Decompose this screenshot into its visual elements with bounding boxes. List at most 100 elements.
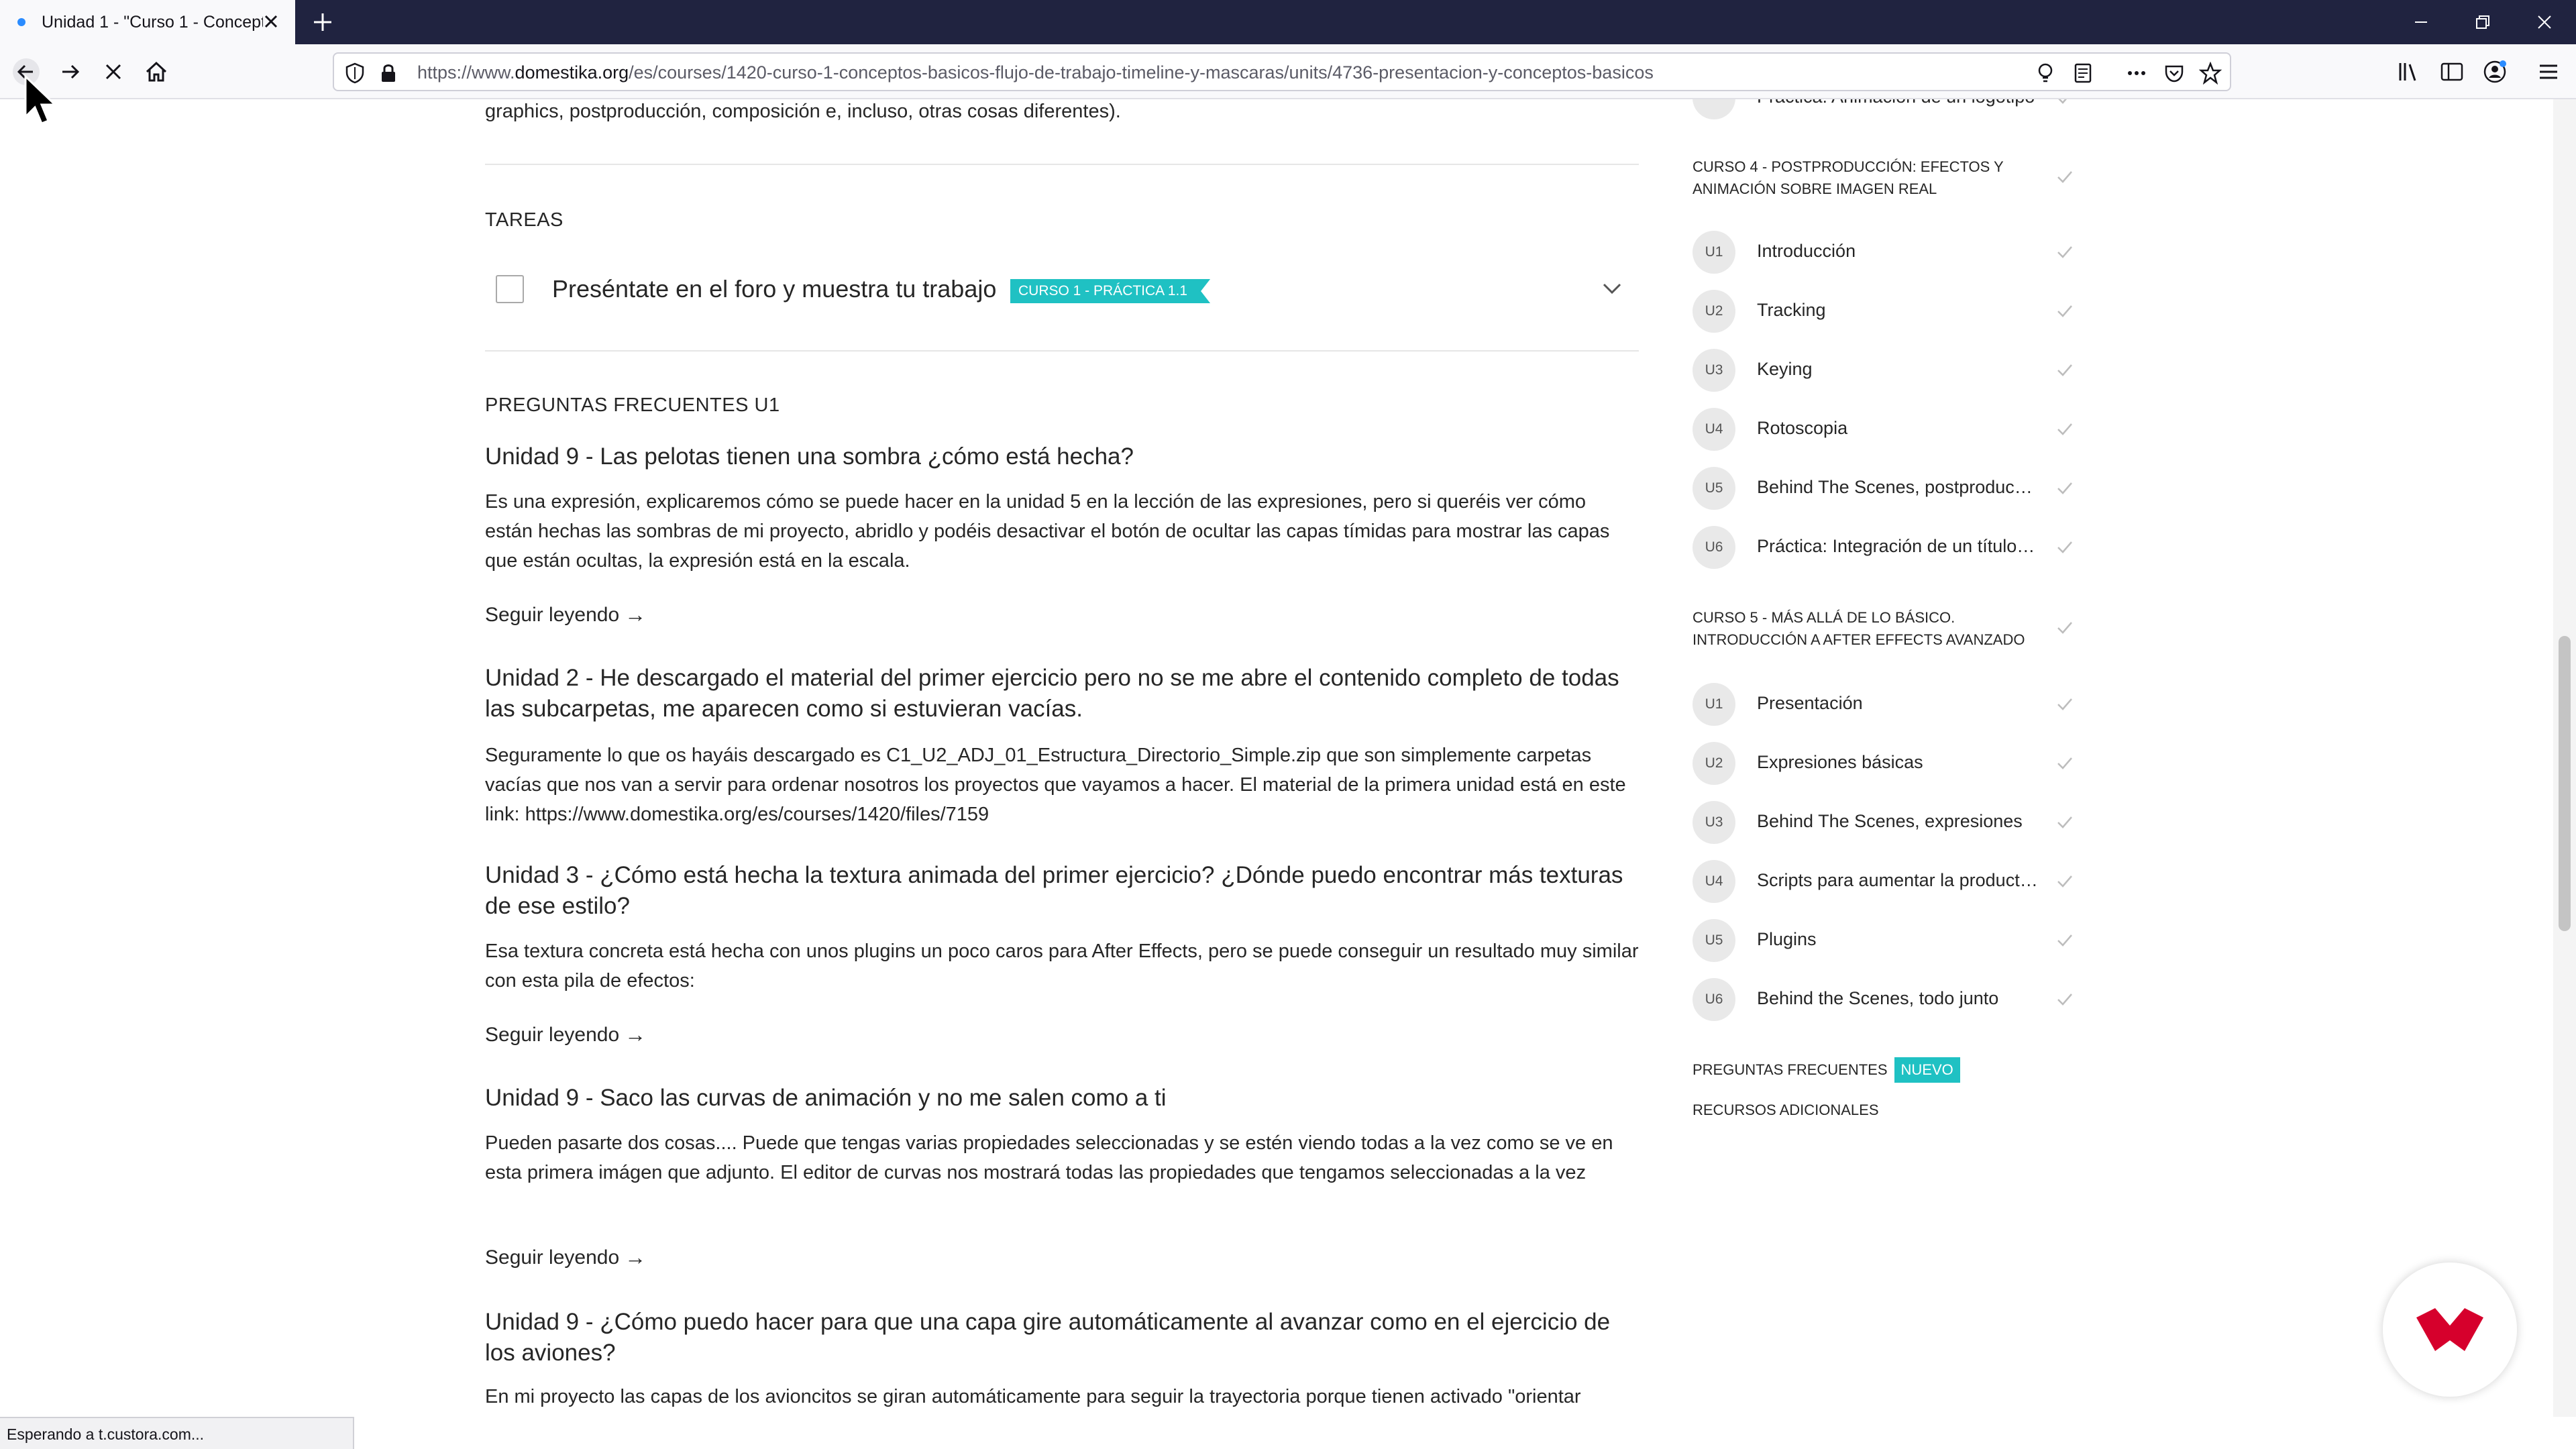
- task-checkbox[interactable]: [496, 275, 524, 303]
- arrow-right-icon: →: [625, 1245, 647, 1269]
- navigation-toolbar: https://www.domestika.org/es/courses/142…: [0, 44, 2576, 99]
- unit-number: U3: [1693, 801, 1735, 844]
- faq-answer: Esa textura concreta está hecha con unos…: [485, 941, 1639, 991]
- read-more-link[interactable]: Seguir leyendo →: [485, 602, 646, 627]
- sidebar-unit[interactable]: U6 Práctica: Integración de un título en…: [1693, 526, 2076, 569]
- reader-view-icon[interactable]: [2072, 62, 2094, 85]
- more-icon[interactable]: [2125, 62, 2148, 85]
- read-more-link[interactable]: Seguir leyendo →: [485, 1245, 646, 1270]
- sidebar-unit[interactable]: Práctica: Animación de un logotipo: [1693, 99, 2076, 119]
- minimize-button[interactable]: [2391, 0, 2451, 44]
- task-row[interactable]: Preséntate en el foro y muestra tu traba…: [485, 266, 1639, 315]
- home-button[interactable]: [138, 54, 174, 90]
- unit-number: U1: [1693, 231, 1735, 274]
- check-icon: [2057, 541, 2072, 553]
- sidebar-unit[interactable]: U3 Keying: [1693, 349, 2076, 392]
- unit-number: U4: [1693, 860, 1735, 903]
- sidebar-unit[interactable]: U1 Presentación: [1693, 683, 2076, 726]
- check-icon: [2057, 246, 2072, 258]
- sidebar-unit[interactable]: U2 Expresiones básicas: [1693, 742, 2076, 785]
- course-4-title[interactable]: CURSO 4 - POSTPRODUCCIÓN: EFECTOS Y ANIM…: [1693, 156, 2076, 200]
- pocket-icon[interactable]: [2163, 62, 2186, 85]
- unit-label: Keying: [1757, 359, 1813, 379]
- close-window-button[interactable]: [2514, 0, 2575, 44]
- unit-number: U3: [1693, 349, 1735, 392]
- check-icon: [2057, 757, 2072, 769]
- unit-number: U2: [1693, 742, 1735, 785]
- lightbulb-icon[interactable]: [2034, 62, 2057, 85]
- read-more-link[interactable]: Seguir leyendo →: [485, 1022, 646, 1047]
- new-badge: NUEVO: [1894, 1057, 1960, 1083]
- minimize-icon: [2415, 21, 2427, 23]
- unit-label: Tracking: [1757, 300, 1826, 320]
- domestika-logo-icon: [2416, 1308, 2483, 1351]
- sidebar-unit[interactable]: U4 Scripts para aumentar la productivida…: [1693, 860, 2076, 903]
- faq-title: PREGUNTAS FRECUENTES U1: [485, 394, 780, 416]
- check-icon: [2057, 423, 2072, 435]
- check-icon: [2057, 364, 2072, 376]
- unit-label: Práctica: Animación de un logotipo: [1757, 99, 2039, 107]
- new-tab-button[interactable]: [309, 8, 337, 36]
- check-icon: [2057, 875, 2072, 888]
- stop-icon: [105, 64, 121, 80]
- unit-label: Presentación: [1757, 693, 1863, 713]
- faq-question: Unidad 3 - ¿Cómo está hecha la textura a…: [485, 862, 1623, 919]
- page-content: graphics, postproducción, composición e,…: [0, 99, 2576, 1417]
- faq-answer: Pueden pasarte dos cosas.... Puede que t…: [485, 1132, 1613, 1183]
- sidebar-faq-link[interactable]: PREGUNTAS FRECUENTES NUEVO: [1693, 1057, 1960, 1083]
- sidebar-unit[interactable]: U4 Rotoscopia: [1693, 408, 2076, 451]
- chevron-down-icon[interactable]: [1599, 275, 1625, 302]
- check-icon: [2057, 934, 2072, 947]
- sidebar-resources-link[interactable]: RECURSOS ADICIONALES: [1693, 1102, 1879, 1119]
- tasks-title: TAREAS: [485, 209, 564, 231]
- task-label[interactable]: Preséntate en el foro y muestra tu traba…: [552, 275, 996, 303]
- tab-bar: Unidad 1 - "Curso 1 - Concepto: [0, 0, 2576, 44]
- intro-text-tail: graphics, postproducción, composición e,…: [485, 101, 1121, 122]
- hamburger-menu-icon[interactable]: [2536, 59, 2561, 85]
- restore-icon: [2476, 15, 2489, 29]
- scrollbar-thumb[interactable]: [2559, 636, 2571, 931]
- active-tab[interactable]: Unidad 1 - "Curso 1 - Concepto: [0, 0, 295, 44]
- unit-number: U5: [1693, 467, 1735, 510]
- sidebar-icon[interactable]: [2439, 59, 2465, 85]
- arrow-right-icon: →: [625, 602, 647, 627]
- unit-number: U6: [1693, 978, 1735, 1021]
- domestika-logo-button[interactable]: [2383, 1263, 2517, 1397]
- check-icon: [2057, 482, 2072, 494]
- tab-close-button[interactable]: [258, 8, 284, 35]
- unit-label: Scripts para aumentar la productividad: [1757, 870, 2039, 890]
- sidebar-unit[interactable]: U3 Behind The Scenes, expresiones: [1693, 801, 2076, 844]
- sidebar-unit[interactable]: U5 Behind The Scenes, postproducción: [1693, 467, 2076, 510]
- tab-title: Unidad 1 - "Curso 1 - Concepto: [42, 12, 263, 32]
- sidebar-unit[interactable]: U1 Introducción: [1693, 231, 2076, 274]
- unit-number: U1: [1693, 683, 1735, 726]
- faq-answer: Es una expresión, explicaremos cómo se p…: [485, 491, 1610, 572]
- lock-icon[interactable]: [377, 62, 400, 85]
- sidebar-unit[interactable]: U2 Tracking: [1693, 290, 2076, 333]
- faq-question: Unidad 9 - ¿Cómo puedo hacer para que un…: [485, 1309, 1611, 1366]
- unit-label: Behind The Scenes, expresiones: [1757, 811, 2023, 831]
- shield-icon[interactable]: [343, 62, 366, 85]
- faq-answer: En mi proyecto las capas de los avioncit…: [485, 1386, 1581, 1417]
- bookmark-star-icon[interactable]: [2199, 62, 2222, 85]
- sidebar-unit[interactable]: U6 Behind the Scenes, todo junto: [1693, 978, 2076, 1021]
- account-icon[interactable]: [2482, 59, 2508, 85]
- stop-button[interactable]: [95, 54, 131, 90]
- url-bar[interactable]: https://www.domestika.org/es/courses/142…: [333, 52, 2231, 91]
- library-icon[interactable]: [2396, 59, 2422, 85]
- restore-button[interactable]: [2453, 0, 2513, 44]
- url-text[interactable]: https://www.domestika.org/es/courses/142…: [417, 62, 1654, 83]
- check-icon: [2057, 994, 2072, 1006]
- unit-label: Rotoscopia: [1757, 418, 1848, 438]
- page-scrollbar[interactable]: [2553, 99, 2576, 1417]
- sidebar-unit[interactable]: U5 Plugins: [1693, 919, 2076, 962]
- course-5-title[interactable]: CURSO 5 - MÁS ALLÁ DE LO BÁSICO. INTRODU…: [1693, 606, 2076, 651]
- unit-label: Behind the Scenes, todo junto: [1757, 988, 1999, 1008]
- unit-number: [1693, 99, 1735, 119]
- unit-number: U4: [1693, 408, 1735, 451]
- plus-icon: [314, 13, 331, 31]
- unit-number: U6: [1693, 526, 1735, 569]
- status-bar: Esperando a t.custora.com...: [0, 1417, 354, 1449]
- unit-number: U2: [1693, 290, 1735, 333]
- home-icon: [146, 61, 167, 82]
